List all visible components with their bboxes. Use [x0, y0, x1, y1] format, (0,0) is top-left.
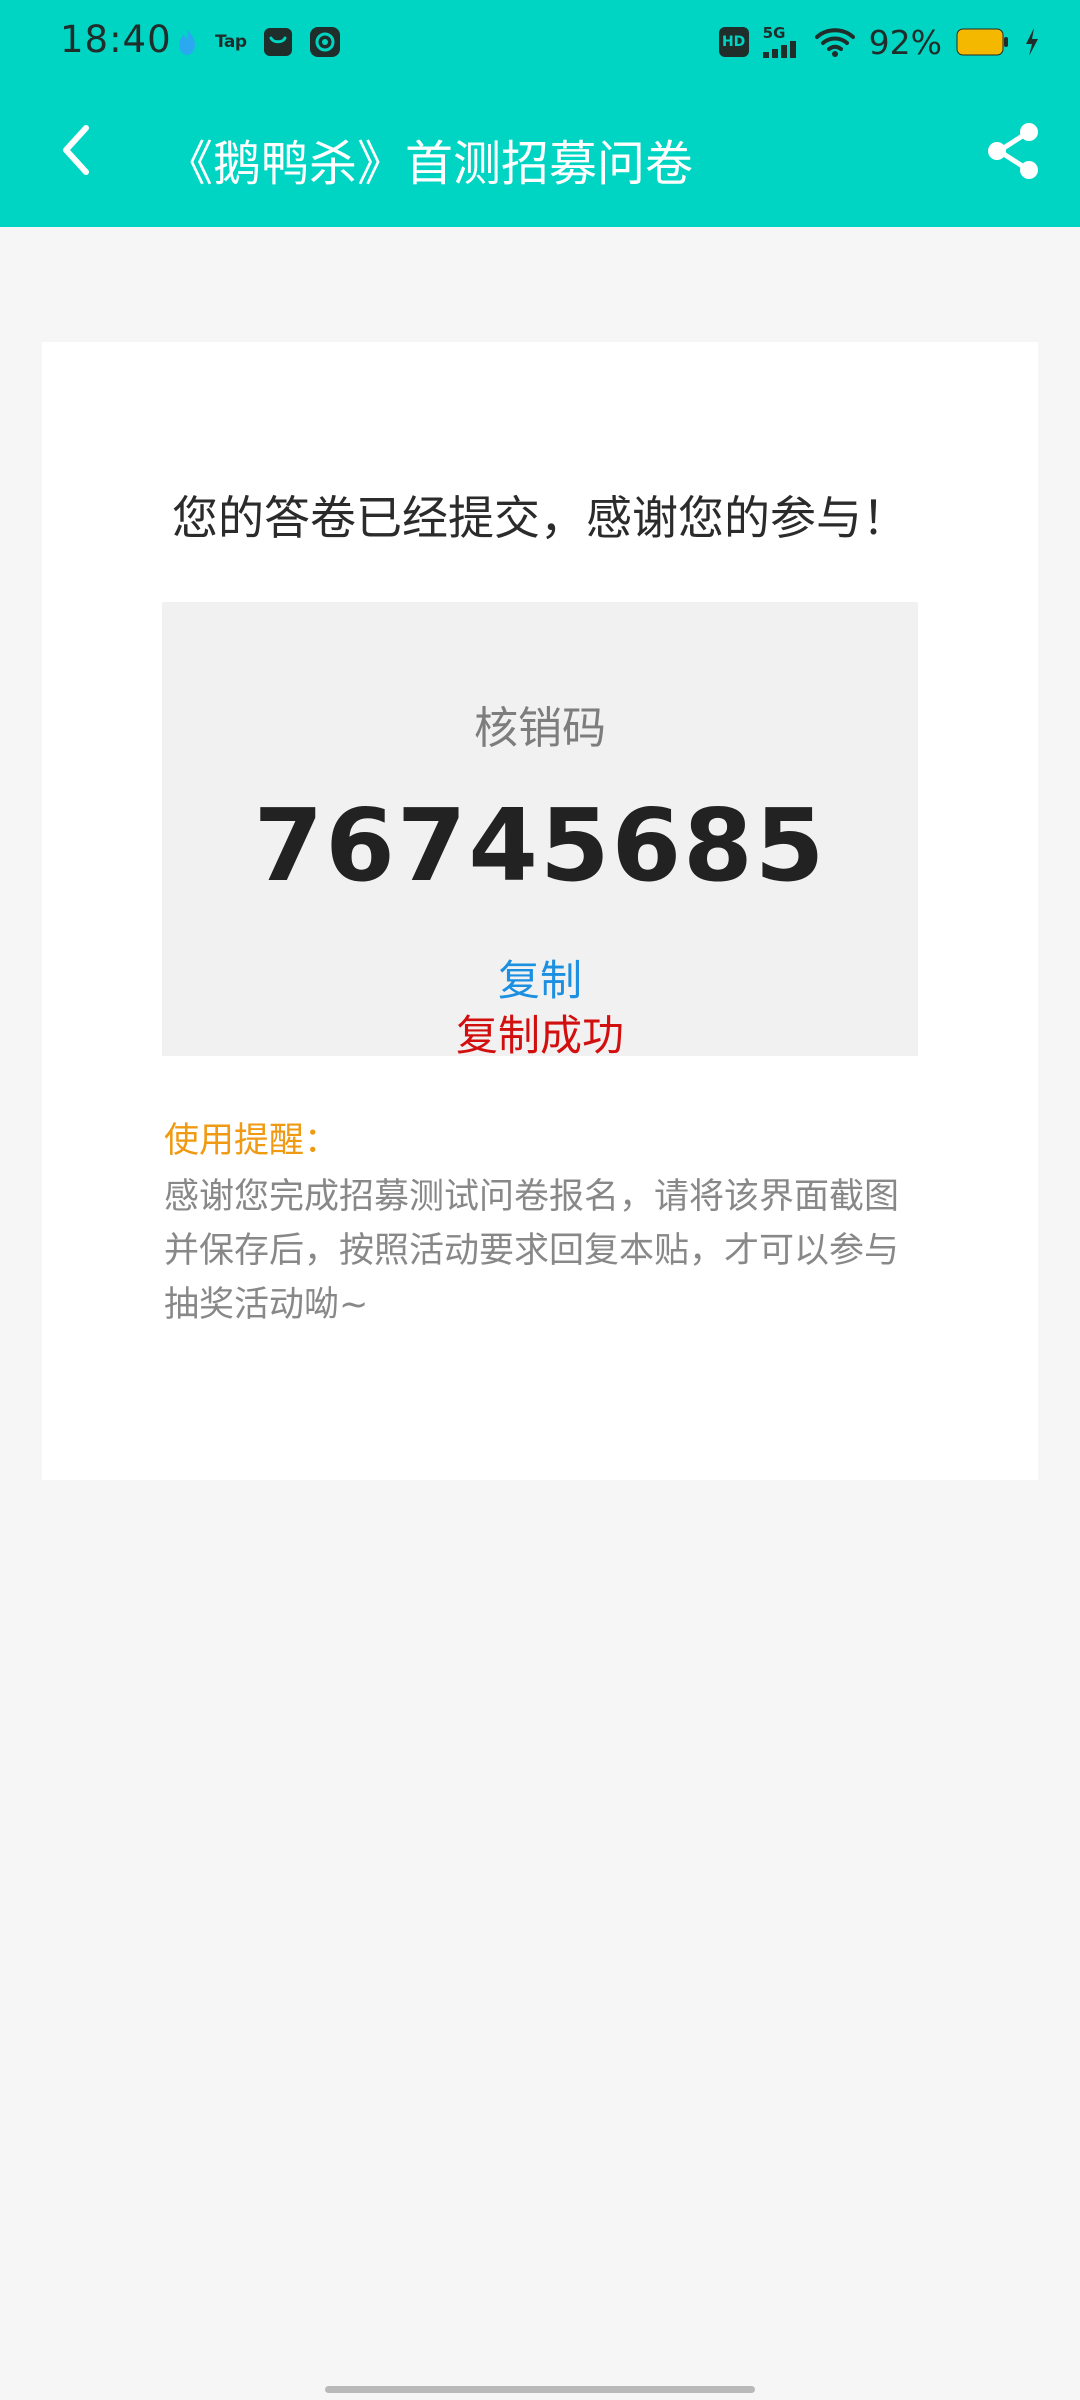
- flame-icon: [175, 27, 199, 57]
- status-notification-icons: Tap: [175, 24, 341, 60]
- status-time: 18:40: [60, 18, 172, 61]
- hd-badge: HD: [718, 27, 749, 57]
- battery-percent: 92%: [868, 22, 942, 62]
- wifi-icon: [814, 26, 855, 58]
- battery-icon: [956, 28, 1010, 56]
- signal-5g-icon: 5G: [762, 24, 801, 58]
- reminder-title: 使用提醒：: [164, 1121, 340, 1161]
- redeem-code-label: 核销码: [474, 703, 606, 754]
- status-bar: 18:40 Tap HD 5G 92%: [0, 0, 1080, 84]
- copy-button[interactable]: 复制: [162, 947, 918, 1008]
- reminder-body: 感谢您完成招募测试问卷报名，请将该界面截图 并保存后，按照活动要求回复本贴，才可…: [164, 1170, 934, 1332]
- reminder-line: 并保存后，按照活动要求回复本贴，才可以参与: [164, 1231, 900, 1271]
- navigation-bar: 《鹅鸭杀》首测招募问卷: [0, 96, 1080, 216]
- chevron-left-icon: [63, 125, 89, 175]
- submitted-message: 您的答卷已经提交，感谢您的参与！: [172, 491, 908, 545]
- share-icon: [988, 123, 1038, 179]
- reminder-line: 感谢您完成招募测试问卷报名，请将该界面截图: [164, 1177, 900, 1217]
- charging-icon: [1024, 27, 1040, 57]
- result-card: 您的答卷已经提交，感谢您的参与！ 核销码 76745685 复制 复制成功 使用…: [42, 342, 1038, 1480]
- network-type: 5G: [762, 24, 786, 42]
- page-title: 《鹅鸭杀》首测招募问卷: [165, 136, 694, 192]
- app-icon: [309, 26, 341, 58]
- home-indicator[interactable]: [325, 2386, 755, 2393]
- taptap-icon: Tap: [215, 32, 247, 52]
- back-button[interactable]: [40, 114, 112, 186]
- status-system-icons: HD 5G 92%: [718, 20, 1040, 64]
- copy-success-message: 复制成功: [455, 1011, 624, 1060]
- redeem-code-value: 76745685: [253, 787, 827, 904]
- share-button[interactable]: [976, 114, 1050, 188]
- redeem-code-box: 核销码 76745685 复制 复制成功: [162, 602, 918, 1060]
- taobao-icon: [263, 27, 293, 57]
- top-bar: 18:40 Tap HD 5G 92% 《鹅鸭杀》首测招募问卷: [0, 0, 1080, 227]
- reminder-line: 抽奖活动呦~: [164, 1285, 369, 1325]
